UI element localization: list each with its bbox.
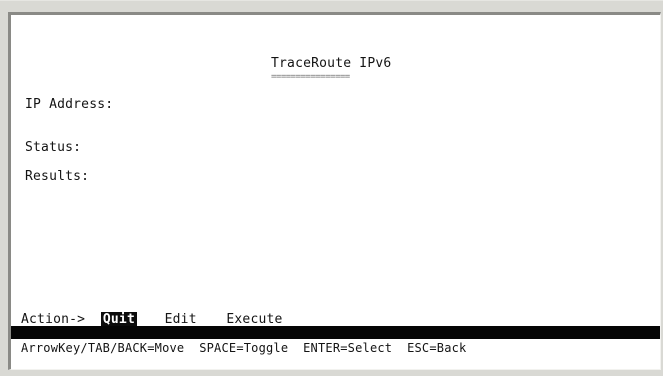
page-title: TraceRoute IPv6	[271, 56, 392, 71]
ip-address-label: IP Address:	[25, 97, 114, 112]
title-underline: ================	[271, 72, 350, 82]
execute-button[interactable]: Execute	[224, 312, 284, 327]
status-label: Status:	[25, 140, 82, 155]
window-frame: TraceRoute IPv6 ================ IP Addr…	[0, 0, 663, 376]
quit-button[interactable]: Quit	[100, 312, 137, 327]
edit-button[interactable]: Edit	[163, 312, 199, 327]
results-label: Results:	[25, 169, 90, 184]
help-line: ArrowKey/TAB/BACK=Move SPACE=Toggle ENTE…	[21, 341, 467, 355]
action-label: Action->	[21, 312, 86, 327]
terminal-screen: TraceRoute IPv6 ================ IP Addr…	[8, 12, 661, 370]
separator-bar	[11, 326, 660, 339]
